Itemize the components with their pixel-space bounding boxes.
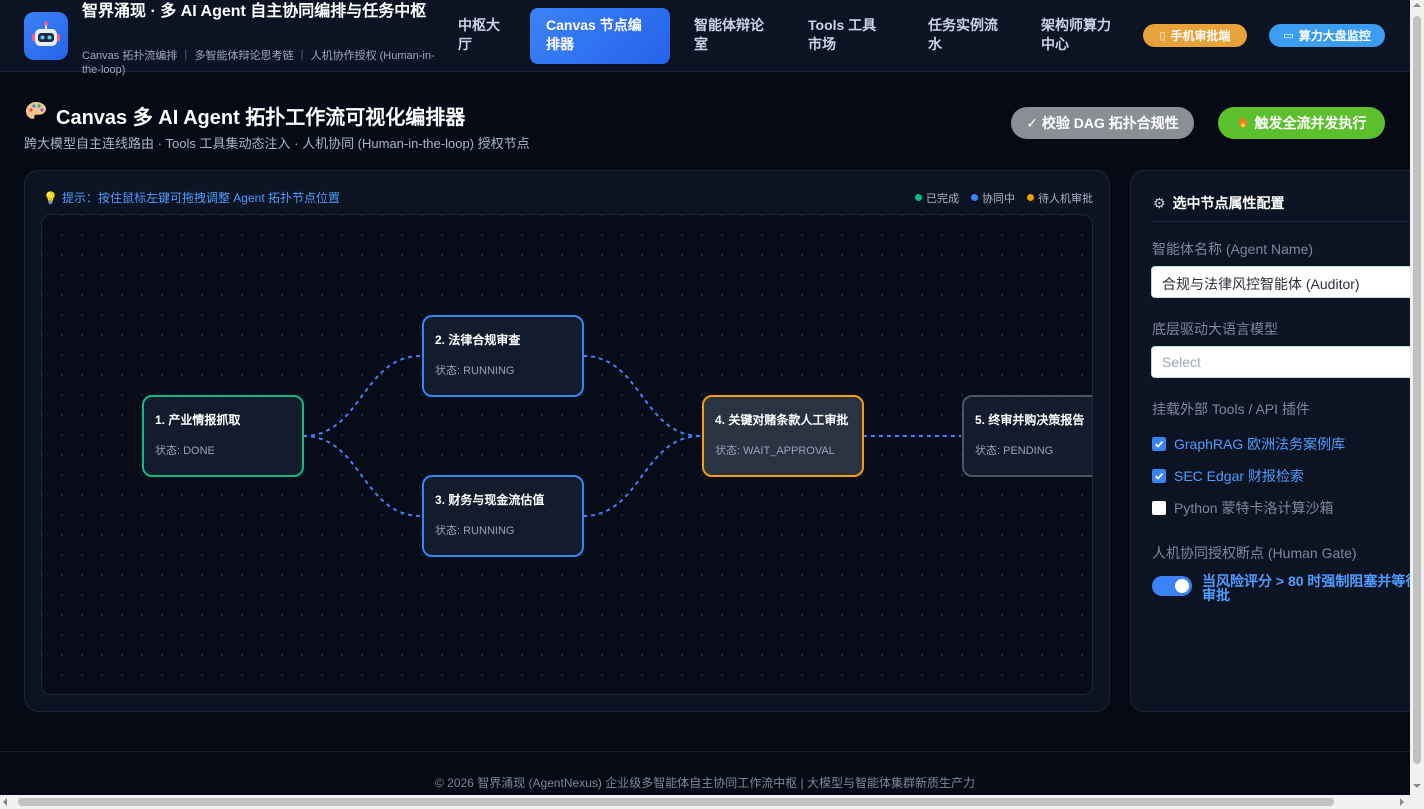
checkbox-checked-icon[interactable] xyxy=(1152,437,1166,451)
nav-label: Canvas 节点编排器 xyxy=(546,17,642,52)
nav-label: 架构师算力中心 xyxy=(1041,17,1111,52)
legend-item-wait: 待人机审批 xyxy=(1027,190,1093,206)
tool-checkbox-row-1[interactable]: GraphRAG 欧洲法务案例库 xyxy=(1152,434,1345,454)
drag-hint-text: 提示：按住鼠标左键可拖拽调整 Agent 拓扑节点位置 xyxy=(61,191,340,205)
scroll-right-icon[interactable] xyxy=(1400,798,1404,806)
scroll-up-icon[interactable] xyxy=(1413,3,1421,7)
horizontal-scrollbar[interactable] xyxy=(0,795,1424,809)
agent-node-1[interactable]: 1. 产业情报抓取 状态: DONE xyxy=(142,395,304,477)
node-title: 1. 产业情报抓取 xyxy=(155,413,241,427)
nav-item-canvas[interactable]: Canvas 节点编排器 xyxy=(530,8,670,64)
scroll-left-icon[interactable] xyxy=(3,798,7,806)
gear-icon: ⚙ xyxy=(1153,194,1166,211)
node-status: 状态: DONE xyxy=(155,445,215,457)
drag-hint: 💡 提示：按住鼠标左键可拖拽调整 Agent 拓扑节点位置 xyxy=(43,189,340,206)
validate-dag-label: ✓ 校验 DAG 拓扑合规性 xyxy=(1026,115,1179,131)
legend-item-running: 协同中 xyxy=(971,190,1015,206)
model-select[interactable]: Select xyxy=(1151,346,1424,378)
node-config-panel: ⚙ 选中节点属性配置 智能体名称 (Agent Name) 合规与法律风控智能体… xyxy=(1130,170,1424,712)
edge-2-4 xyxy=(582,355,702,437)
edge-3-4 xyxy=(582,435,702,517)
horizontal-scroll-thumb[interactable] xyxy=(18,798,1334,806)
execute-all-button[interactable]: 触发全流并发执行 xyxy=(1218,107,1385,139)
node-status: 状态: RUNNING xyxy=(435,525,515,537)
agent-node-4[interactable]: 4. 关键对赌条款人工审批 状态: WAIT_APPROVAL xyxy=(702,395,864,477)
checkbox-unchecked-icon[interactable] xyxy=(1152,501,1166,515)
nav-label: Tools 工具市场 xyxy=(808,17,877,52)
nav-label: 中枢大厅 xyxy=(458,17,500,52)
tool-label: SEC Edgar 财报检索 xyxy=(1174,468,1304,484)
node-status: 状态: PENDING xyxy=(975,445,1054,457)
node-title: 3. 财务与现金流估值 xyxy=(435,493,545,507)
human-gate-text: 当风险评分 > 80 时强制阻塞并等待审批 xyxy=(1202,573,1420,603)
vertical-scrollbar[interactable] xyxy=(1410,0,1424,795)
compute-monitor-label: 算力大盘监控 xyxy=(1298,29,1371,43)
vertical-scroll-thumb[interactable] xyxy=(1413,16,1421,764)
compute-monitor-button[interactable]: ▭ 算力大盘监控 xyxy=(1269,24,1385,47)
agent-name-input[interactable]: 合规与法律风控智能体 (Auditor) xyxy=(1151,266,1424,298)
tool-label: GraphRAG 欧洲法务案例库 xyxy=(1174,436,1346,452)
node-title: 4. 关键对赌条款人工审批 xyxy=(715,413,849,427)
page-subtitle: 跨大模型自主连线路由 · Tools 工具集动态注入 · 人机协同 (Human… xyxy=(24,136,530,151)
page-title: Canvas 多 AI Agent 拓扑工作流可视化编排器 xyxy=(56,106,466,129)
model-label: 底层驱动大语言模型 xyxy=(1152,321,1278,337)
page-title-row: Canvas 多 AI Agent 拓扑工作流可视化编排器 xyxy=(24,100,465,130)
tool-checkbox-row-2[interactable]: SEC Edgar 财报检索 xyxy=(1152,466,1304,486)
status-legend: 已完成 协同中 待人机审批 xyxy=(915,190,1093,206)
topology-canvas[interactable]: 1. 产业情报抓取 状态: DONE 2. 法律合规审查 状态: RUNNING… xyxy=(41,214,1093,695)
nav-item-compute[interactable]: 架构师算力中心 xyxy=(1025,8,1140,64)
agent-node-2[interactable]: 2. 法律合规审查 状态: RUNNING xyxy=(422,315,584,397)
brand-title: 智界涌现 · 多 AI Agent 自主协同编排与任务中枢 xyxy=(82,3,427,20)
nav-item-hub[interactable]: 中枢大厅 xyxy=(442,8,526,64)
validate-dag-button[interactable]: ✓ 校验 DAG 拓扑合规性 xyxy=(1011,107,1194,139)
palette-icon xyxy=(24,100,48,130)
phone-icon: ▯ xyxy=(1159,30,1166,42)
agent-node-3[interactable]: 3. 财务与现金流估值 状态: RUNNING xyxy=(422,475,584,557)
footer-text: © 2026 智界涌现 (AgentNexus) 企业级多智能体自主协同工作流中… xyxy=(434,776,976,790)
nav-item-debate[interactable]: 智能体辩论室 xyxy=(678,8,784,64)
agent-name-label: 智能体名称 (Agent Name) xyxy=(1152,241,1314,257)
nav-label: 任务实例流水 xyxy=(928,17,998,52)
top-header: 智界涌现 · 多 AI Agent 自主协同编排与任务中枢 Canvas 拓扑流… xyxy=(0,0,1410,76)
human-gate-label: 人机协同授权断点 (Human Gate) xyxy=(1152,545,1357,561)
nav-label: 智能体辩论室 xyxy=(694,17,764,52)
execute-all-label: 触发全流并发执行 xyxy=(1254,115,1367,131)
monitor-icon: ▭ xyxy=(1283,30,1294,42)
scroll-down-icon[interactable] xyxy=(1413,784,1421,788)
checkbox-checked-icon[interactable] xyxy=(1152,469,1166,483)
config-title-row: ⚙ 选中节点属性配置 xyxy=(1153,193,1285,213)
divider xyxy=(1151,221,1424,222)
robot-logo-icon xyxy=(24,12,68,60)
legend-item-done: 已完成 xyxy=(915,190,959,206)
node-title: 2. 法律合规审查 xyxy=(435,333,521,347)
toggle-knob xyxy=(1175,579,1189,593)
agent-node-5[interactable]: 5. 终审并购决策报告 状态: PENDING xyxy=(962,395,1092,477)
tool-label: Python 蒙特卡洛计算沙箱 xyxy=(1174,500,1334,516)
brand-subtitle: Canvas 拓扑流编排 ｜ 多智能体辩论思考链 ｜ 人机协作授权 (Human… xyxy=(82,50,435,76)
node-title: 5. 终审并购决策报告 xyxy=(975,413,1085,427)
config-title: 选中节点属性配置 xyxy=(1172,195,1285,211)
canvas-panel: 💡 提示：按住鼠标左键可拖拽调整 Agent 拓扑节点位置 已完成 协同中 待人… xyxy=(24,170,1110,712)
fire-icon xyxy=(1237,114,1249,132)
mobile-approval-label: 手机审批端 xyxy=(1170,29,1231,43)
edge-1-2 xyxy=(302,355,422,437)
nav-item-tasks[interactable]: 任务实例流水 xyxy=(912,8,1018,64)
edge-1-3 xyxy=(302,435,422,517)
tool-checkbox-row-3[interactable]: Python 蒙特卡洛计算沙箱 xyxy=(1152,498,1333,518)
tools-label: 挂载外部 Tools / API 插件 xyxy=(1152,401,1310,417)
lightbulb-icon: 💡 xyxy=(43,190,58,205)
footer-divider xyxy=(0,751,1410,752)
node-status: 状态: WAIT_APPROVAL xyxy=(715,445,835,457)
mobile-approval-button[interactable]: ▯ 手机审批端 xyxy=(1143,24,1247,47)
node-status: 状态: RUNNING xyxy=(435,365,515,377)
nav-item-tools[interactable]: Tools 工具市场 xyxy=(792,8,904,64)
human-gate-toggle[interactable] xyxy=(1152,576,1192,596)
